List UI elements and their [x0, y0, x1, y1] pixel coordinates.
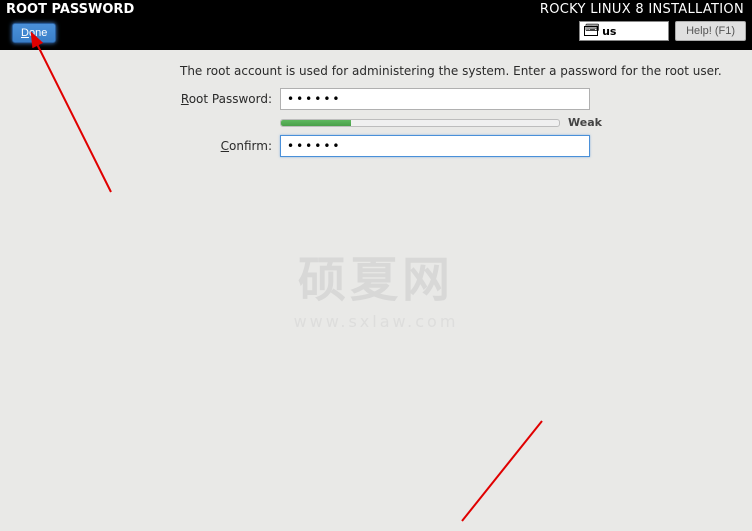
watermark-main: 硕夏网	[0, 240, 752, 310]
keyboard-layout-indicator[interactable]: us	[579, 21, 669, 41]
confirm-row: Confirm:	[180, 135, 742, 157]
password-strength-fill	[281, 120, 351, 126]
keyboard-layout-label: us	[602, 25, 616, 38]
header-right-row: us Help! (F1)	[540, 21, 746, 41]
annotation-arrow-bottom	[452, 411, 572, 531]
main-content: The root account is used for administeri…	[0, 50, 752, 173]
help-button[interactable]: Help! (F1)	[675, 21, 746, 41]
root-password-label: Root Password:	[180, 92, 280, 106]
confirm-label: Confirm:	[180, 139, 280, 153]
instruction-text: The root account is used for administeri…	[180, 64, 742, 78]
root-password-input[interactable]	[280, 88, 590, 110]
strength-row: Weak	[180, 116, 742, 129]
header-bar: ROOT PASSWORD Done ROCKY LINUX 8 INSTALL…	[0, 0, 752, 50]
confirm-label-accel: C	[221, 139, 229, 153]
done-button[interactable]: Done	[12, 23, 56, 43]
root-password-row: Root Password:	[180, 88, 742, 110]
confirm-label-rest: onfirm:	[229, 139, 272, 153]
password-strength-label: Weak	[568, 116, 602, 129]
keyboard-icon	[584, 26, 598, 36]
header-left: ROOT PASSWORD Done	[0, 0, 140, 43]
header-right: ROCKY LINUX 8 INSTALLATION us Help! (F1)	[540, 0, 752, 41]
installer-title: ROCKY LINUX 8 INSTALLATION	[540, 2, 746, 17]
watermark-sub: www.sxlaw.com	[0, 312, 752, 331]
root-label-rest: oot Password:	[189, 92, 272, 106]
watermark: 硕夏网 www.sxlaw.com	[0, 240, 752, 331]
root-label-accel: R	[181, 92, 189, 106]
password-strength-bar	[280, 119, 560, 127]
confirm-password-input[interactable]	[280, 135, 590, 157]
page-title: ROOT PASSWORD	[0, 0, 140, 17]
